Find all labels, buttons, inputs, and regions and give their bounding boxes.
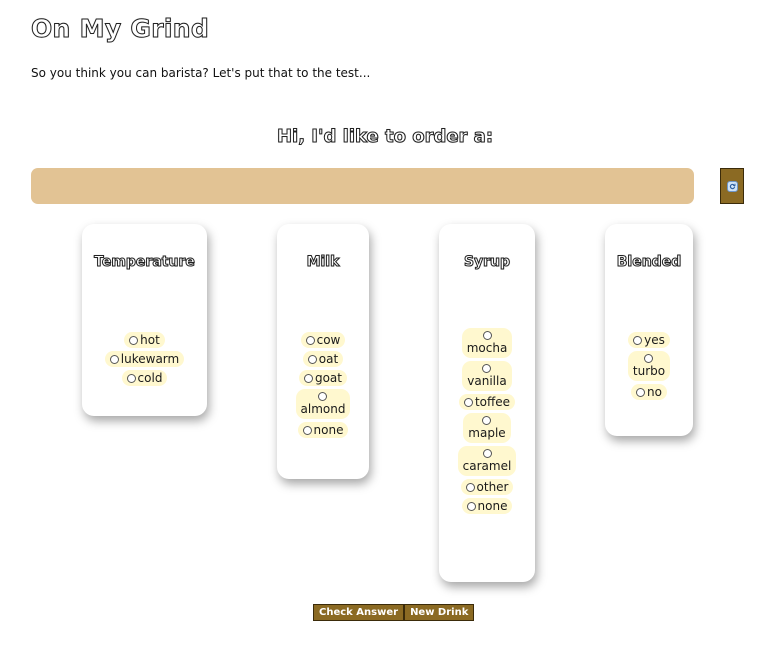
- radio-button[interactable]: [109, 354, 119, 364]
- order-heading: Hi, I'd like to order a:: [276, 126, 494, 148]
- option-syrup-caramel[interactable]: caramel: [457, 446, 517, 476]
- new-drink-button[interactable]: New Drink: [404, 604, 475, 621]
- milk-title: Milk: [306, 254, 340, 271]
- radio-button[interactable]: [482, 331, 492, 340]
- option-label: cow: [316, 333, 341, 347]
- app-title: On My Grind: [30, 14, 210, 44]
- action-buttons: Check Answer New Drink: [313, 604, 475, 621]
- option-milk-goat[interactable]: goat: [298, 370, 347, 386]
- milk-card: Milk cow oat goat almond none: [277, 224, 369, 479]
- option-label: other: [476, 480, 509, 494]
- option-label: goat: [314, 371, 342, 385]
- option-blended-no[interactable]: no: [631, 384, 667, 400]
- option-milk-none[interactable]: none: [297, 422, 349, 438]
- radio-button[interactable]: [302, 425, 312, 435]
- syrup-options: mocha vanilla toffee maple caramel other…: [457, 328, 517, 514]
- order-display: [31, 168, 694, 204]
- option-label: almond: [300, 402, 346, 416]
- radio-button[interactable]: [482, 449, 492, 458]
- radio-button[interactable]: [644, 354, 654, 363]
- refresh-icon: [726, 180, 738, 192]
- option-label: cold: [137, 371, 163, 385]
- option-label: hot: [140, 333, 160, 347]
- option-syrup-mocha[interactable]: mocha: [461, 328, 513, 358]
- option-label: oat: [318, 352, 339, 366]
- check-answer-button[interactable]: Check Answer: [313, 604, 405, 621]
- radio-button[interactable]: [305, 335, 315, 345]
- temperature-options: hot lukewarm cold: [104, 332, 185, 386]
- option-milk-oat[interactable]: oat: [302, 351, 344, 367]
- radio-button[interactable]: [482, 416, 492, 425]
- syrup-title: Syrup: [463, 254, 511, 271]
- option-label: maple: [468, 426, 506, 440]
- radio-button[interactable]: [633, 335, 643, 345]
- option-label: no: [647, 385, 662, 399]
- option-label: none: [477, 499, 508, 513]
- option-temperature-lukewarm[interactable]: lukewarm: [104, 351, 185, 367]
- milk-options: cow oat goat almond none: [295, 332, 351, 438]
- option-label: caramel: [462, 459, 512, 473]
- blended-options: yes turbo no: [627, 332, 671, 400]
- option-syrup-other[interactable]: other: [460, 479, 514, 495]
- option-temperature-hot[interactable]: hot: [124, 332, 165, 348]
- temperature-card: Temperature hot lukewarm cold: [82, 224, 207, 416]
- option-label: none: [313, 423, 344, 437]
- option-temperature-cold[interactable]: cold: [121, 370, 168, 386]
- option-syrup-toffee[interactable]: toffee: [458, 394, 516, 410]
- option-label: mocha: [466, 341, 508, 355]
- syrup-card: Syrup mocha vanilla toffee maple caramel…: [439, 224, 535, 582]
- refresh-button[interactable]: [720, 168, 744, 204]
- radio-button[interactable]: [318, 392, 328, 401]
- radio-button[interactable]: [129, 335, 139, 345]
- radio-button[interactable]: [482, 364, 492, 373]
- option-syrup-maple[interactable]: maple: [463, 413, 511, 443]
- option-blended-yes[interactable]: yes: [628, 332, 670, 348]
- option-label: lukewarm: [120, 352, 180, 366]
- radio-button[interactable]: [303, 373, 313, 383]
- option-syrup-none[interactable]: none: [461, 498, 513, 514]
- option-label: toffee: [474, 395, 511, 409]
- temperature-title: Temperature: [94, 254, 196, 271]
- option-syrup-vanilla[interactable]: vanilla: [462, 361, 512, 391]
- option-label: turbo: [632, 364, 666, 378]
- blended-title: Blended: [616, 254, 682, 271]
- option-label: yes: [644, 333, 665, 347]
- option-label: vanilla: [467, 374, 507, 388]
- radio-button[interactable]: [636, 387, 646, 397]
- option-milk-cow[interactable]: cow: [300, 332, 346, 348]
- blended-card: Blended yes turbo no: [605, 224, 693, 436]
- radio-button[interactable]: [466, 501, 476, 511]
- radio-button[interactable]: [465, 482, 475, 492]
- tagline: So you think you can barista? Let's put …: [31, 66, 371, 80]
- radio-button[interactable]: [463, 397, 473, 407]
- option-milk-almond[interactable]: almond: [295, 389, 351, 419]
- radio-button[interactable]: [126, 373, 136, 383]
- option-blended-turbo[interactable]: turbo: [627, 351, 671, 381]
- radio-button[interactable]: [307, 354, 317, 364]
